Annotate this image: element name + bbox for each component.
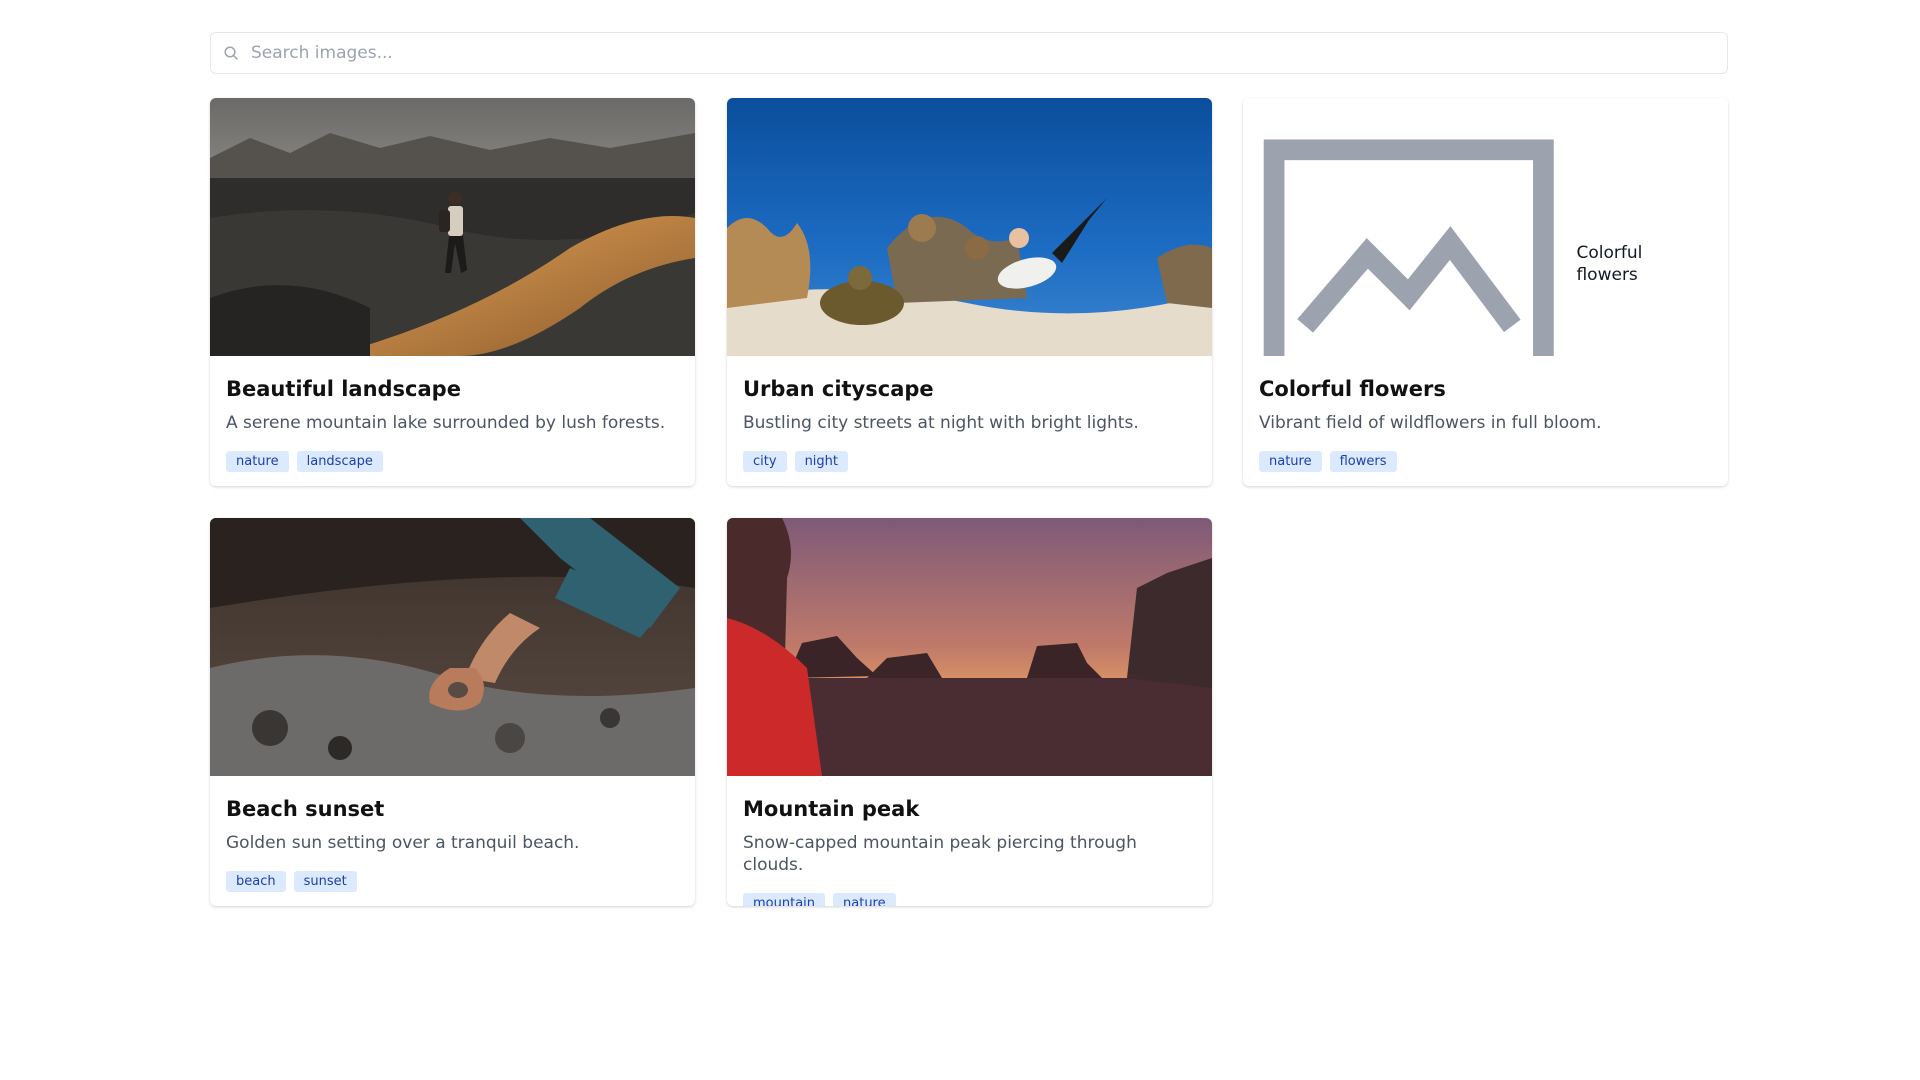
- card-title: Colorful flowers: [1259, 377, 1446, 401]
- broken-image-alt-text: Colorful flowers: [1576, 242, 1643, 285]
- card-title: Mountain peak: [743, 797, 920, 821]
- card-description: Bustling city streets at night with brig…: [743, 413, 1139, 433]
- card-title: Beautiful landscape: [226, 377, 461, 401]
- card-image-broken[interactable]: Colorful flowers: [1243, 98, 1728, 356]
- card-image[interactable]: [727, 518, 1212, 776]
- card-image[interactable]: [727, 98, 1212, 356]
- tag[interactable]: nature: [226, 451, 289, 472]
- card-body: Beach sunset Golden sun setting over a t…: [210, 776, 695, 892]
- card-body: Urban cityscape Bustling city streets at…: [727, 356, 1212, 472]
- tag[interactable]: landscape: [296, 451, 383, 472]
- image-card[interactable]: Beautiful landscape A serene mountain la…: [210, 98, 695, 486]
- tag[interactable]: night: [794, 451, 849, 472]
- tag[interactable]: sunset: [293, 871, 357, 892]
- tag-list: mountain nature: [743, 893, 1196, 906]
- gallery-container: Beautiful landscape A serene mountain la…: [210, 32, 1728, 918]
- tag-list: nature landscape: [226, 451, 679, 472]
- card-title: Beach sunset: [226, 797, 385, 821]
- tag[interactable]: beach: [226, 871, 286, 892]
- tag-list: beach sunset: [226, 871, 679, 892]
- broken-image-alt: Colorful flowers: [1243, 98, 1678, 356]
- tag[interactable]: flowers: [1329, 451, 1397, 472]
- image-card[interactable]: Mountain peak Snow-capped mountain peak …: [727, 518, 1212, 906]
- image-card[interactable]: Colorful flowers Colorful flowers Vibran…: [1243, 98, 1728, 486]
- card-body: Beautiful landscape A serene mountain la…: [210, 356, 695, 472]
- search-icon: [224, 46, 238, 60]
- card-description: Snow-capped mountain peak piercing throu…: [743, 833, 1137, 875]
- search-bar[interactable]: [210, 32, 1728, 74]
- card-image[interactable]: [210, 98, 695, 356]
- tag[interactable]: nature: [833, 893, 896, 906]
- card-body: Colorful flowers Vibrant field of wildfl…: [1243, 356, 1728, 472]
- tag-list: city night: [743, 451, 1196, 472]
- tag[interactable]: mountain: [743, 893, 826, 906]
- image-grid: Beautiful landscape A serene mountain la…: [210, 98, 1728, 918]
- card-image[interactable]: [210, 518, 695, 776]
- card-description: Golden sun setting over a tranquil beach…: [226, 833, 580, 853]
- tag[interactable]: city: [743, 451, 787, 472]
- card-description: A serene mountain lake surrounded by lus…: [226, 413, 666, 433]
- image-card[interactable]: Beach sunset Golden sun setting over a t…: [210, 518, 695, 906]
- tag-list: nature flowers: [1259, 451, 1712, 472]
- image-card[interactable]: Urban cityscape Bustling city streets at…: [727, 98, 1212, 486]
- search-input[interactable]: [211, 33, 1727, 73]
- card-description: Vibrant field of wildflowers in full blo…: [1259, 413, 1602, 433]
- tag[interactable]: nature: [1259, 451, 1322, 472]
- card-body: Mountain peak Snow-capped mountain peak …: [727, 776, 1212, 906]
- broken-image-icon: [1263, 139, 1554, 356]
- card-title: Urban cityscape: [743, 377, 934, 401]
